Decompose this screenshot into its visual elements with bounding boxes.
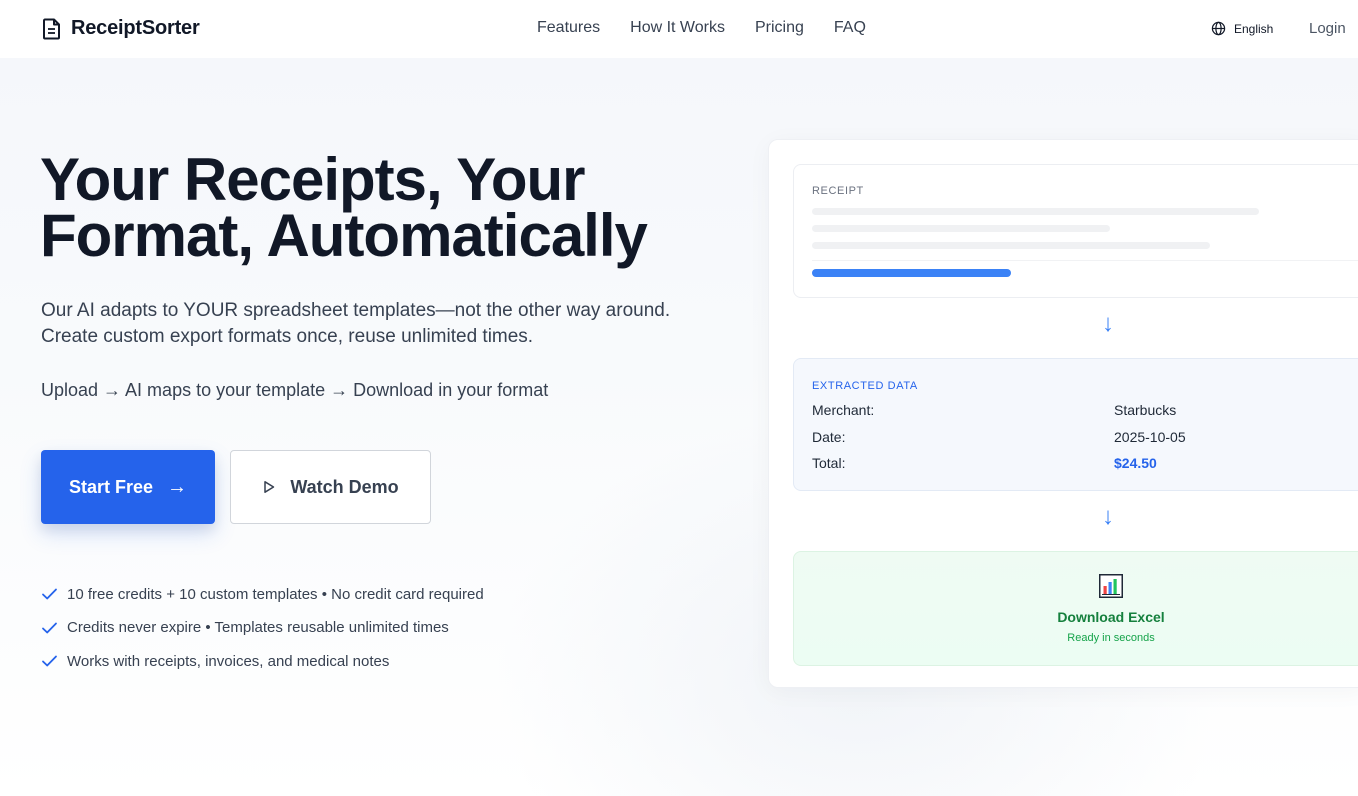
hero-subtitle-line1: Our AI adapts to YOUR spreadsheet templa… <box>41 300 671 321</box>
login-link[interactable]: Login <box>1309 20 1346 37</box>
receipt-label: RECEIPT <box>812 185 864 197</box>
download-title: Download Excel <box>1057 609 1165 625</box>
globe-icon <box>1211 21 1226 36</box>
benefit-text: 10 free credits + 10 custom templates • … <box>67 585 484 603</box>
main-nav: Features How It Works Pricing FAQ <box>537 19 866 37</box>
start-free-label: Start Free <box>68 476 154 497</box>
arrow-down-icon: ↓ <box>1102 310 1114 337</box>
arrow-right-icon: → <box>167 475 188 498</box>
receipt-placeholder-line <box>812 208 1259 215</box>
play-icon <box>264 481 275 493</box>
benefit-text: Credits never expire • Templates reusabl… <box>67 619 449 636</box>
download-subtitle: Ready in seconds <box>1067 632 1155 644</box>
hero-title-line2: Format, Automatically <box>40 202 648 269</box>
field-value: Starbucks <box>1114 402 1177 418</box>
nav-link-features[interactable]: Features <box>537 19 600 37</box>
receipt-placeholder-line <box>812 242 1210 249</box>
field-key: Date: <box>812 429 846 445</box>
bar-chart-icon <box>1099 574 1123 598</box>
field-value: 2025-10-05 <box>1114 429 1186 445</box>
hero-subtitle-line2: Create custom export formats once, reuse… <box>41 326 534 347</box>
checkmark-icon <box>42 622 57 633</box>
nav-link-how-it-works[interactable]: How It Works <box>630 19 725 37</box>
brand-logo[interactable]: ReceiptSorter <box>42 17 200 40</box>
receipt-divider <box>812 260 1358 261</box>
benefit-item: Works with receipts, invoices, and medic… <box>41 651 484 671</box>
benefit-item: Credits never expire • Templates reusabl… <box>41 618 484 638</box>
benefits-list: 10 free credits + 10 custom templates • … <box>41 584 484 685</box>
watch-demo-button[interactable]: Watch Demo <box>230 450 431 524</box>
language-selector[interactable]: English <box>1211 21 1273 36</box>
hero-subtitle: Our AI adapts to YOUR spreadsheet templa… <box>41 298 741 350</box>
nav-link-faq[interactable]: FAQ <box>834 19 866 37</box>
top-nav: ReceiptSorter Features How It Works Pric… <box>0 0 1358 58</box>
extracted-data-card: EXTRACTED DATA Merchant: Starbucks Date:… <box>793 358 1358 491</box>
arrow-down-icon: ↓ <box>1102 503 1114 530</box>
scan-progress-bar <box>812 269 1011 277</box>
field-key: Total: <box>812 455 846 471</box>
receipt-placeholder-line <box>812 225 1110 232</box>
benefit-item: 10 free credits + 10 custom templates • … <box>41 584 484 604</box>
field-value-total: $24.50 <box>1114 455 1157 471</box>
start-free-button[interactable]: Start Free → <box>41 450 215 524</box>
hero-title: Your Receipts, Your Format, Automaticall… <box>40 150 740 266</box>
nav-link-pricing[interactable]: Pricing <box>755 19 804 37</box>
field-key: Merchant: <box>812 402 875 418</box>
watch-demo-label: Watch Demo <box>290 476 399 497</box>
language-label: English <box>1234 21 1274 36</box>
download-excel-card[interactable]: Download Excel Ready in seconds <box>793 551 1358 666</box>
workflow-preview-panel: RECEIPT ↓ EXTRACTED DATA Merchant: Starb… <box>768 139 1358 688</box>
benefit-text: Works with receipts, invoices, and medic… <box>67 652 390 670</box>
checkmark-icon <box>42 588 57 600</box>
document-icon <box>43 18 60 39</box>
brand-name: ReceiptSorter <box>71 17 200 39</box>
receipt-card: RECEIPT <box>793 164 1358 298</box>
extracted-data-label: EXTRACTED DATA <box>812 380 918 392</box>
hero-flow-text: Upload → AI maps to your template → Down… <box>41 380 549 400</box>
checkmark-icon <box>42 655 57 667</box>
